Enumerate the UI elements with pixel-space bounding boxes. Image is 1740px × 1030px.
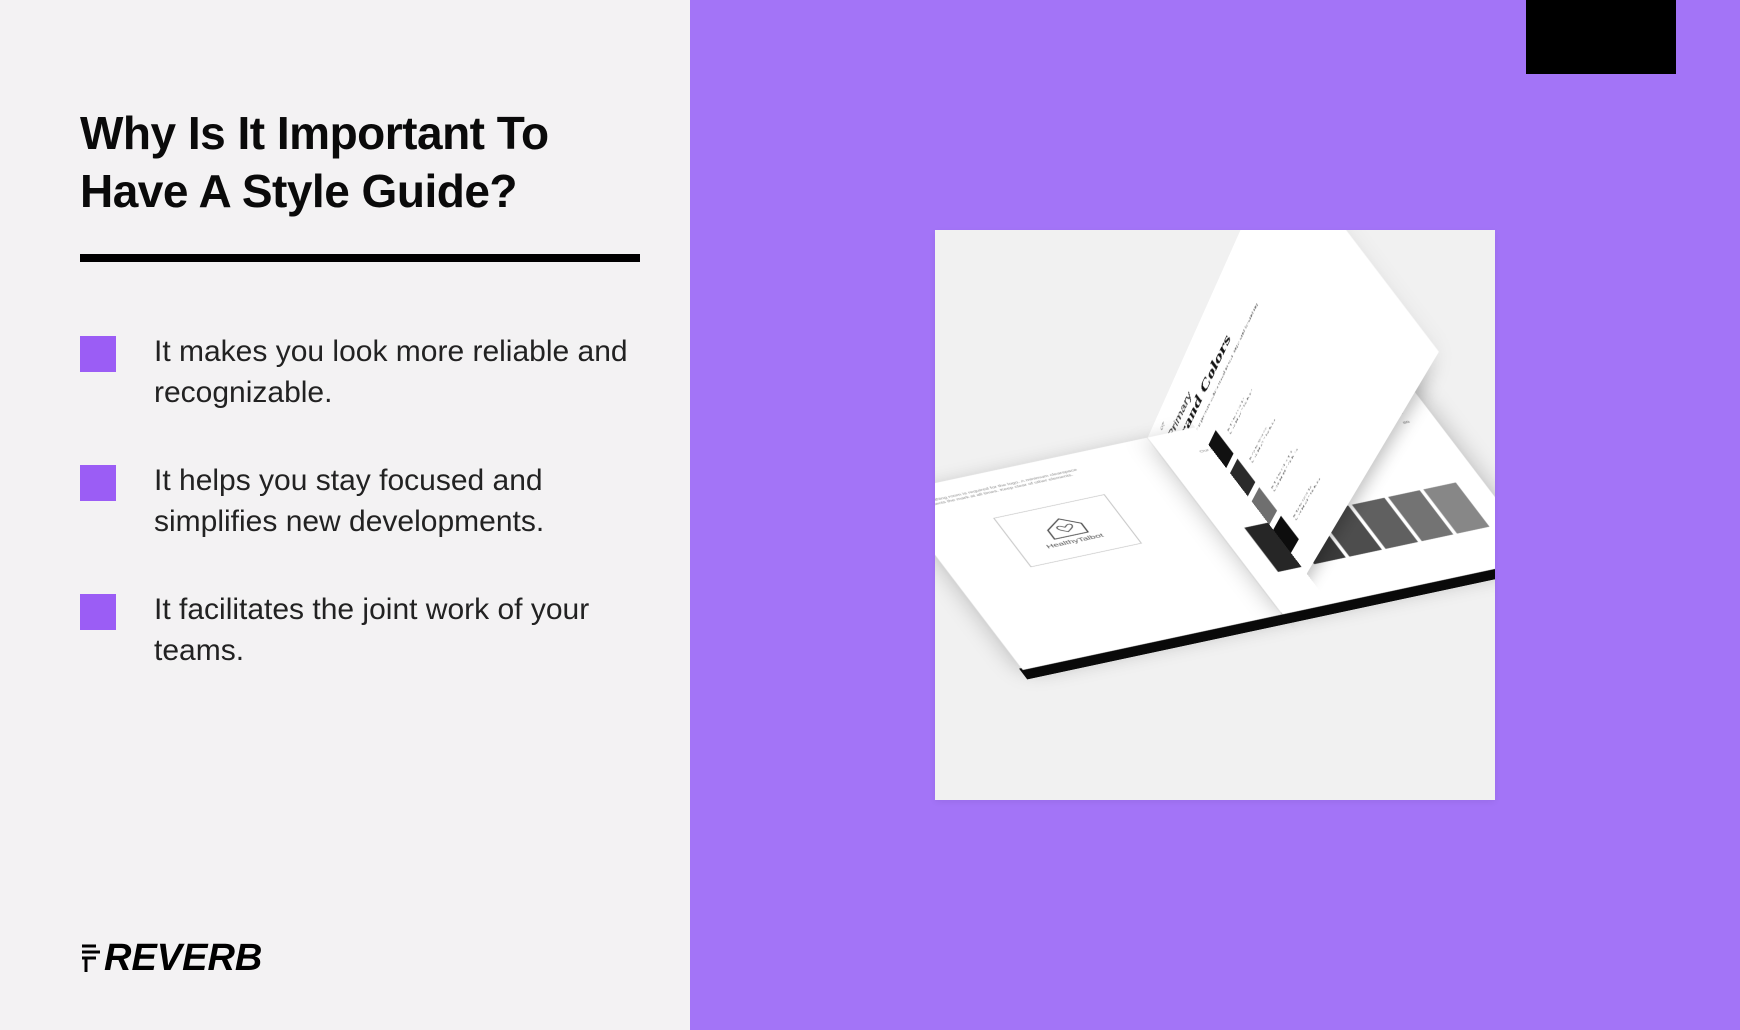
swatch-meta: R 42 G 42 B 42C 70 M 64 Y 63 K 65	[1249, 415, 1277, 465]
bullet-list: It makes you look more reliable and reco…	[80, 332, 640, 671]
brand-logo-box: HealthyTalbot	[993, 495, 1142, 568]
swatch-meta: R 17 G 17 B 17C 73 M 67 Y 65 K 82	[1227, 385, 1254, 436]
logo-mark-icon	[80, 940, 104, 978]
bullet-square-icon	[80, 465, 116, 501]
heading-underline	[80, 254, 640, 262]
reverb-logo: REVERB	[80, 937, 262, 980]
right-panel: Breathing room is required for the logo.…	[690, 0, 1740, 1030]
slide-heading: Why Is It Important To Have A Style Guid…	[80, 105, 650, 220]
bullet-text: It helps you stay focused and simplifies…	[154, 461, 640, 542]
bullet-square-icon	[80, 594, 116, 630]
left-panel: Why Is It Important To Have A Style Guid…	[0, 0, 690, 1030]
bullet-text: It makes you look more reliable and reco…	[154, 332, 640, 413]
bullet-item: It facilitates the joint work of your te…	[80, 590, 640, 671]
bullet-item: It helps you stay focused and simplifies…	[80, 461, 640, 542]
bullet-text: It facilitates the joint work of your te…	[154, 590, 640, 671]
book-mockup: Breathing room is required for the logo.…	[935, 230, 1495, 800]
bullet-square-icon	[80, 336, 116, 372]
swatch-meta: R 13 G 13 B 13C 74 M 68 Y 66 K 86	[1292, 474, 1321, 523]
black-corner-accent	[1526, 0, 1676, 74]
logo-text: REVERB	[104, 937, 262, 980]
scale-value: 80	[1402, 421, 1410, 425]
bullet-item: It makes you look more reliable and reco…	[80, 332, 640, 413]
swatch-meta: R 111 G 111 B 111C 58 M 49 Y 48 K 16	[1270, 444, 1298, 494]
page-number: 07	[1160, 422, 1166, 433]
